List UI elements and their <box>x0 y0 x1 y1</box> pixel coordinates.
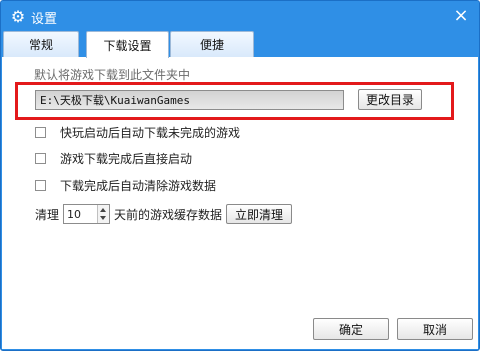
download-path-field[interactable]: E:\天极下载\KuaiwanGames <box>35 90 344 110</box>
spinner-down-icon[interactable] <box>100 216 107 220</box>
days-spinner[interactable]: 10 <box>63 204 111 224</box>
option-row-auto-clear[interactable]: 下载完成后自动清除游戏数据 <box>35 177 216 193</box>
close-button[interactable]: × <box>451 6 471 26</box>
change-directory-button[interactable]: 更改目录 <box>358 89 422 110</box>
clean-suffix-label: 天前的游戏缓存数据 <box>114 207 223 222</box>
auto-clear-checkbox[interactable] <box>35 179 46 191</box>
close-icon: × <box>453 5 469 26</box>
tab-bar: 常规 下载设置 便捷 <box>1 31 479 58</box>
auto-launch-label: 游戏下载完成后直接启动 <box>60 151 193 166</box>
auto-download-label: 快玩启动后自动下载未完成的游戏 <box>60 125 241 140</box>
gear-icon: ⚙ <box>10 6 26 26</box>
settings-window: ⚙ 设置 × 常规 下载设置 便捷 默认将游戏下载到此文件夹中 E:\天极下载\… <box>0 0 480 351</box>
ok-button[interactable]: 确定 <box>313 318 389 340</box>
auto-launch-checkbox[interactable] <box>35 152 46 164</box>
spinner-up-icon[interactable] <box>100 208 107 212</box>
option-row-auto-download[interactable]: 快玩启动后自动下载未完成的游戏 <box>35 124 240 140</box>
auto-download-checkbox[interactable] <box>35 126 46 138</box>
title-bar: ⚙ 设置 × <box>1 1 479 31</box>
clean-now-button[interactable]: 立即清理 <box>226 204 293 224</box>
spinner-buttons[interactable] <box>97 205 110 223</box>
option-row-auto-launch[interactable]: 游戏下载完成后直接启动 <box>35 150 192 166</box>
clean-prefix-label: 清理 <box>35 207 60 222</box>
window-title: 设置 <box>31 12 58 27</box>
tab-convenience[interactable]: 便捷 <box>170 31 254 57</box>
settings-panel: 默认将游戏下载到此文件夹中 E:\天极下载\KuaiwanGames 更改目录 … <box>2 57 478 349</box>
days-value[interactable]: 10 <box>67 208 81 221</box>
cache-clean-row: 清理 10 天前的游戏缓存数据 立即清理 <box>35 204 293 224</box>
auto-clear-label: 下载完成后自动清除游戏数据 <box>60 178 217 193</box>
default-folder-label: 默认将游戏下载到此文件夹中 <box>34 68 191 82</box>
cancel-button[interactable]: 取消 <box>397 318 473 340</box>
tab-download-settings[interactable]: 下载设置 <box>86 31 169 58</box>
tab-general[interactable]: 常规 <box>3 31 79 57</box>
